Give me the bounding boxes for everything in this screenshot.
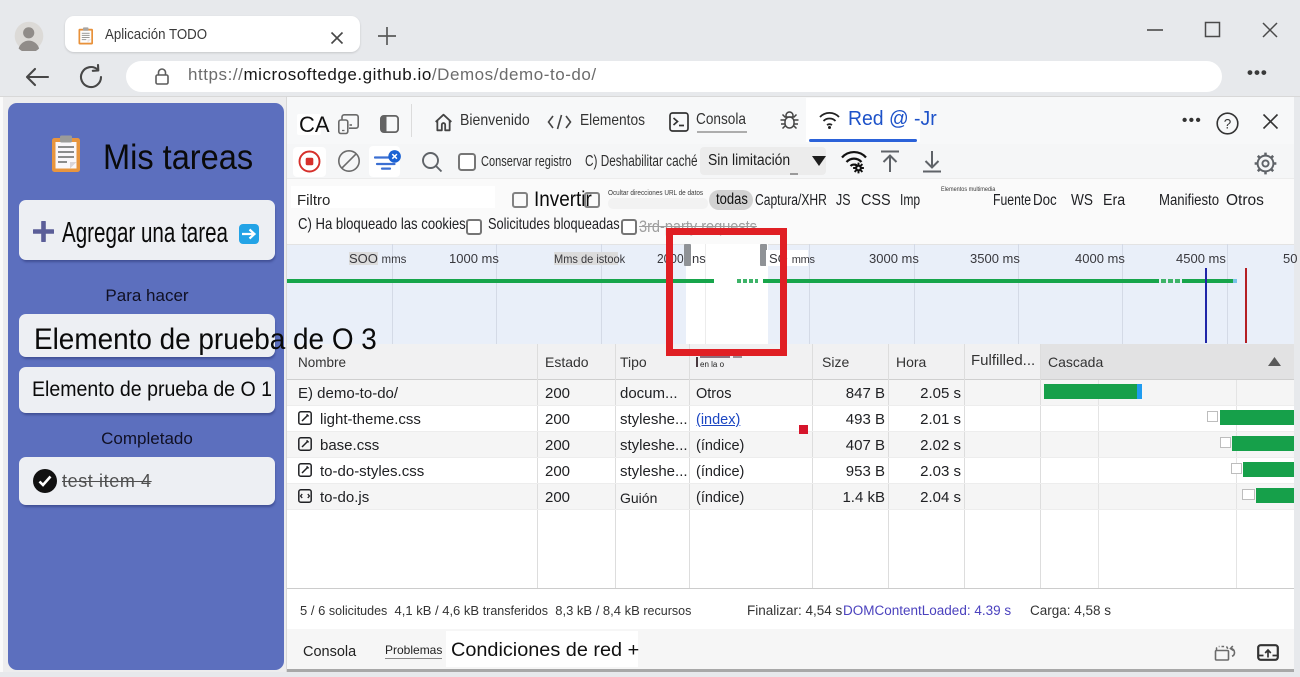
svg-text:?: ? xyxy=(1224,116,1232,131)
